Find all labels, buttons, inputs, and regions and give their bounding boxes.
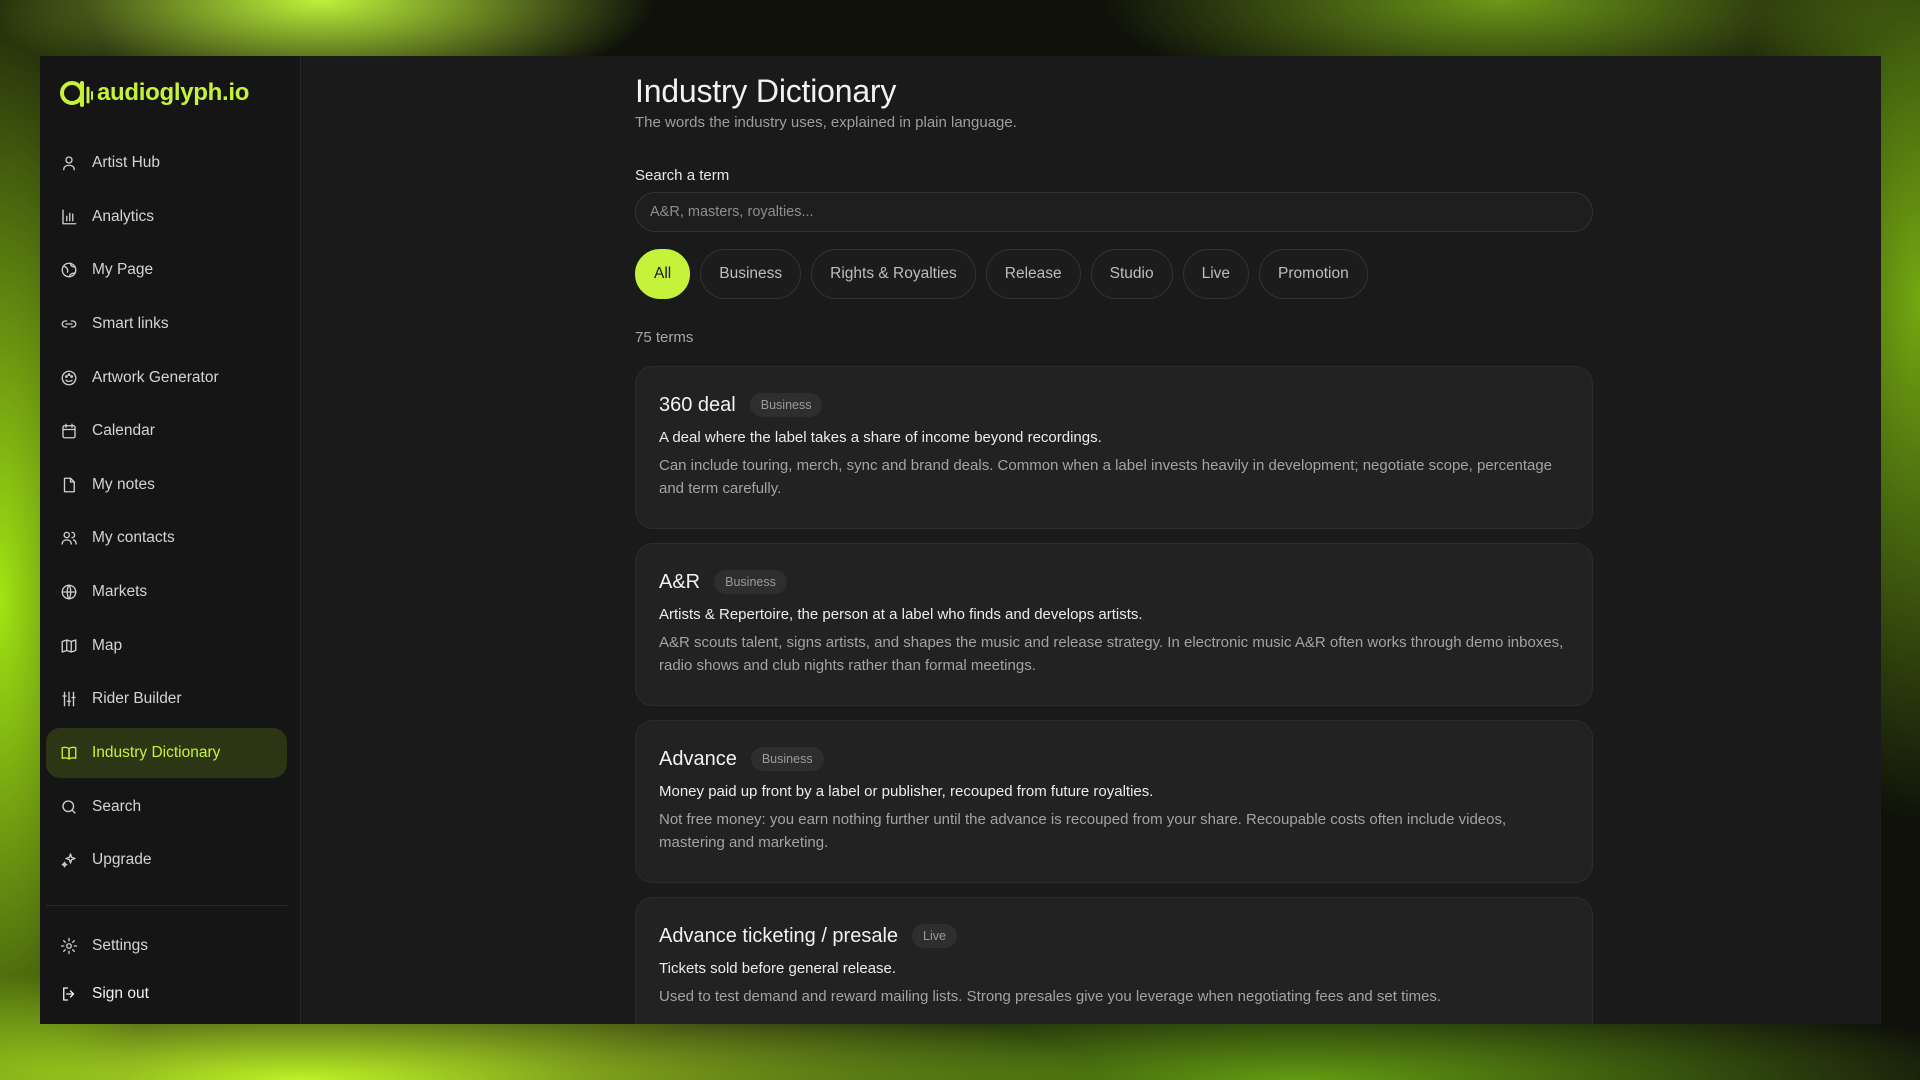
filter-chip-all[interactable]: All — [635, 249, 691, 299]
map-icon — [60, 637, 78, 655]
logout-icon — [60, 985, 78, 1003]
sidebar-item-label: Industry Dictionary — [92, 744, 221, 762]
term-long-explanation: Not free money: you earn nothing further… — [659, 811, 1507, 851]
term-long-explanation: Can include touring, merch, sync and bra… — [659, 457, 1553, 497]
sidebar-item-label: Calendar — [92, 422, 155, 440]
sidebar-item-markets[interactable]: Markets — [46, 567, 287, 617]
category-filters: All Business Rights & Royalties Release … — [635, 249, 1593, 299]
sidebar-item-my-page[interactable]: My Page — [46, 245, 287, 295]
gear-icon — [60, 937, 78, 955]
filter-chip-business[interactable]: Business — [700, 249, 802, 299]
sidebar-item-analytics[interactable]: Analytics — [46, 192, 287, 242]
audioglyph-logo-icon — [60, 81, 93, 107]
category-badge: Business — [714, 570, 787, 594]
search-icon — [60, 798, 78, 816]
sidebar-item-label: Analytics — [92, 207, 155, 225]
main-content: Industry Dictionary The words the indust… — [301, 56, 1881, 1024]
sidebar-divider — [46, 905, 288, 906]
brand-logo[interactable]: audioglyph.io — [59, 78, 249, 108]
dictionary-content: Industry Dictionary The words the indust… — [635, 70, 1593, 1024]
sidebar-item-my-contacts[interactable]: My contacts — [46, 513, 287, 563]
globe-icon — [60, 261, 78, 279]
brand-name: audioglyph.io — [97, 79, 250, 106]
term-title: A&R — [659, 570, 701, 593]
sidebar-item-label: My Page — [92, 261, 154, 279]
term-card-header: 360 deal Business — [659, 391, 1569, 419]
term-title: Advance ticketing / presale — [659, 924, 899, 947]
calendar-icon — [60, 422, 78, 440]
sidebar: audioglyph.io Artist Hub Analytics My Pa… — [40, 56, 301, 1024]
sidebar-item-industry-dictionary[interactable]: Industry Dictionary — [46, 728, 287, 779]
term-count: 75 terms — [635, 329, 694, 346]
sidebar-item-label: My notes — [92, 475, 155, 493]
term-title: Advance — [659, 747, 737, 770]
sidebar-item-map[interactable]: Map — [46, 621, 287, 671]
sidebar-item-label: Settings — [92, 937, 149, 954]
filter-chip-promotion[interactable]: Promotion — [1259, 249, 1368, 299]
term-short-definition: Artists & Repertoire, the person at a la… — [659, 606, 1143, 623]
sidebar-item-artwork-generator[interactable]: Artwork Generator — [46, 353, 287, 403]
sidebar-item-label: Artwork Generator — [92, 368, 219, 386]
category-badge: Business — [749, 393, 823, 417]
sidebar-bottom-nav: Settings Sign out — [46, 922, 287, 1018]
page-subtitle: The words the industry uses, explained i… — [635, 114, 1017, 131]
bar-chart-icon — [60, 208, 78, 226]
sidebar-item-smart-links[interactable]: Smart links — [46, 299, 287, 349]
sidebar-item-label: Smart links — [92, 314, 169, 332]
filter-chip-live[interactable]: Live — [1182, 249, 1250, 299]
palette-icon — [60, 369, 78, 387]
link-icon — [60, 315, 78, 333]
term-short-definition: Tickets sold before general release. — [659, 960, 897, 977]
sidebar-item-label: Artist Hub — [92, 154, 161, 171]
term-short-definition: A deal where the label takes a share of … — [659, 429, 1102, 446]
term-list: 360 deal Business A deal where the label… — [635, 366, 1593, 1024]
sidebar-item-rider-builder[interactable]: Rider Builder — [46, 674, 287, 724]
term-card[interactable]: Advance Business Money paid up front by … — [635, 720, 1593, 883]
note-icon — [60, 476, 78, 494]
sidebar-item-label: Markets — [92, 583, 148, 601]
sidebar-item-calendar[interactable]: Calendar — [46, 406, 287, 456]
term-long-explanation: A&R scouts talent, signs artists, and sh… — [659, 634, 1564, 674]
search-input[interactable] — [635, 192, 1593, 232]
sidebar-item-label: Map — [92, 636, 123, 654]
sidebar-item-label: My contacts — [92, 529, 175, 547]
term-card[interactable]: A&R Business Artists & Repertoire, the p… — [635, 543, 1593, 706]
term-card[interactable]: 360 deal Business A deal where the label… — [635, 366, 1593, 529]
term-long-explanation: Used to test demand and reward mailing l… — [659, 988, 1442, 1005]
category-badge: Live — [912, 924, 957, 948]
sidebar-item-label: Sign out — [92, 985, 149, 1002]
filter-chip-studio[interactable]: Studio — [1090, 249, 1173, 299]
category-badge: Business — [750, 747, 824, 771]
users-icon — [60, 529, 78, 547]
sidebar-item-label: Upgrade — [92, 851, 152, 869]
app-window: audioglyph.io Artist Hub Analytics My Pa… — [40, 56, 1881, 1024]
sparkles-icon — [60, 851, 78, 869]
term-card[interactable]: Advance ticketing / presale Live Tickets… — [635, 897, 1593, 1024]
sidebar-item-artist-hub[interactable]: Artist Hub — [46, 138, 287, 188]
term-card-header: Advance Business — [659, 745, 1569, 773]
term-title: 360 deal — [659, 393, 736, 416]
sidebar-item-label: Search — [92, 797, 142, 815]
book-icon — [60, 744, 78, 762]
page-title: Industry Dictionary — [635, 73, 897, 109]
search-label: Search a term — [635, 167, 730, 184]
sidebar-item-sign-out[interactable]: Sign out — [46, 970, 287, 1018]
sidebar-item-upgrade[interactable]: Upgrade — [46, 835, 287, 885]
sidebar-nav: Artist Hub Analytics My Page Smart links… — [46, 138, 287, 889]
term-card-header: A&R Business — [659, 568, 1569, 596]
user-icon — [60, 154, 78, 172]
sliders-icon — [60, 690, 78, 708]
sidebar-item-my-notes[interactable]: My notes — [46, 460, 287, 510]
sidebar-item-search[interactable]: Search — [46, 782, 287, 832]
sidebar-item-label: Rider Builder — [92, 690, 182, 708]
world-icon — [60, 583, 78, 601]
filter-chip-release[interactable]: Release — [985, 249, 1081, 299]
sidebar-item-settings[interactable]: Settings — [46, 922, 287, 970]
term-short-definition: Money paid up front by a label or publis… — [659, 783, 1154, 800]
term-card-header: Advance ticketing / presale Live — [659, 922, 1569, 950]
filter-chip-rights-royalties[interactable]: Rights & Royalties — [811, 249, 976, 299]
